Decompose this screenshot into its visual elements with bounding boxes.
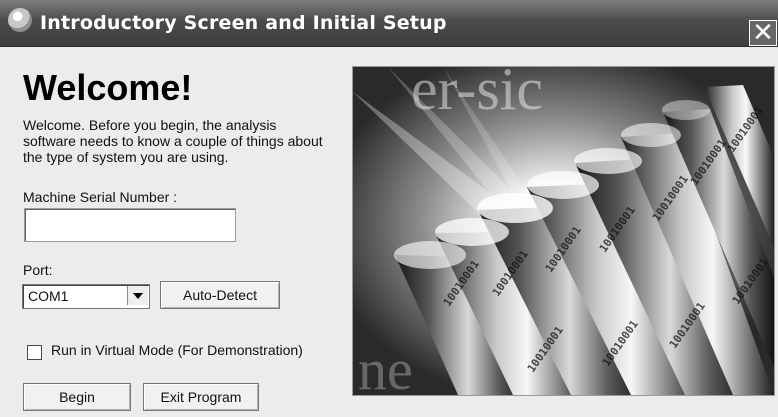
auto-detect-label: Auto-Detect bbox=[183, 287, 257, 303]
illustration-panel: er-sic ne 10010001 10010001 10010001 100… bbox=[352, 66, 775, 396]
virtual-mode-label[interactable]: Run in Virtual Mode (For Demonstration) bbox=[51, 342, 303, 358]
exit-program-button[interactable]: Exit Program bbox=[143, 383, 259, 411]
auto-detect-button[interactable]: Auto-Detect bbox=[160, 281, 280, 309]
info-icon bbox=[8, 8, 32, 32]
close-button[interactable]: ✕ bbox=[749, 17, 777, 47]
port-selected-value: COM1 bbox=[28, 288, 69, 304]
port-label: Port: bbox=[23, 262, 53, 278]
begin-button[interactable]: Begin bbox=[23, 383, 131, 411]
window-title: Introductory Screen and Initial Setup bbox=[40, 12, 447, 34]
virtual-mode-checkbox[interactable] bbox=[27, 345, 42, 360]
close-icon: ✕ bbox=[752, 17, 774, 47]
title-bar[interactable]: Introductory Screen and Initial Setup ✕ bbox=[0, 0, 778, 47]
illustration-image: er-sic ne 10010001 10010001 10010001 100… bbox=[353, 67, 774, 395]
serial-label: Machine Serial Number : bbox=[23, 189, 178, 205]
exit-program-label: Exit Program bbox=[160, 389, 242, 405]
illustration-text-bottom: ne bbox=[358, 337, 413, 395]
setup-window: Introductory Screen and Initial Setup ✕ … bbox=[0, 0, 778, 417]
begin-label: Begin bbox=[59, 389, 95, 405]
port-select[interactable]: COM1 bbox=[22, 284, 150, 309]
serial-number-input[interactable] bbox=[24, 208, 236, 242]
welcome-heading: Welcome! bbox=[23, 67, 193, 108]
dropdown-arrow-icon[interactable] bbox=[127, 286, 148, 305]
intro-text: Welcome. Before you begin, the analysis … bbox=[23, 117, 323, 165]
